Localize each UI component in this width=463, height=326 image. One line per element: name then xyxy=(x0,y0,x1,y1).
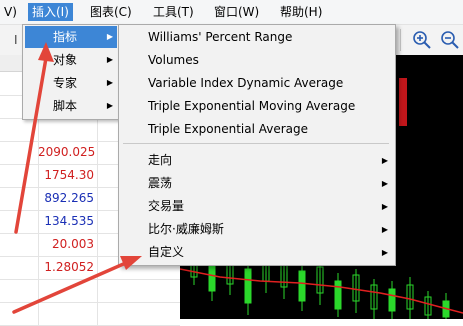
menu-window[interactable]: 窗口(W) xyxy=(210,3,263,21)
chart-marker xyxy=(399,78,407,126)
toolbar-separator xyxy=(400,29,401,51)
zoom-out-icon[interactable] xyxy=(440,30,460,50)
menu-item-williams-percent-range[interactable]: Williams' Percent Range xyxy=(120,26,394,49)
menu-item-trix[interactable]: Triple Exponential Average xyxy=(120,118,394,141)
chevron-right-icon: ▶ xyxy=(381,248,388,257)
menu-item-indicators[interactable]: 指标 ▶ xyxy=(25,26,117,48)
menu-view[interactable]: V) xyxy=(0,3,21,21)
chevron-right-icon: ▶ xyxy=(106,101,113,110)
chevron-right-icon: ▶ xyxy=(381,202,388,211)
menu-charts[interactable]: 图表(C) xyxy=(86,3,136,21)
menu-item-trend[interactable]: 走向 ▶ xyxy=(120,149,394,172)
chevron-right-icon: ▶ xyxy=(106,55,113,64)
chevron-right-icon: ▶ xyxy=(381,225,388,234)
menu-item-volumes-group[interactable]: 交易量 ▶ xyxy=(120,195,394,218)
chevron-right-icon: ▶ xyxy=(106,78,113,87)
chevron-right-icon: ▶ xyxy=(381,156,388,165)
quote-value: 2090.025 xyxy=(38,141,98,164)
menu-item-scripts[interactable]: 脚本 ▶ xyxy=(25,95,117,117)
quote-value: 134.535 xyxy=(38,210,98,233)
insert-menu: 指标 ▶ 对象 ▶ 专家 ▶ 脚本 ▶ xyxy=(22,24,120,120)
zoom-in-icon[interactable] xyxy=(412,30,432,50)
quote-value: 1.28052 xyxy=(38,256,98,279)
table-row[interactable] xyxy=(0,302,180,326)
menu-help[interactable]: 帮助(H) xyxy=(276,3,326,21)
indicators-menu: Williams' Percent Range Volumes Variable… xyxy=(118,24,396,266)
quote-value: 892.265 xyxy=(38,187,98,210)
menu-insert[interactable]: 插入(I) xyxy=(28,3,73,21)
quote-value: 20.003 xyxy=(38,233,98,256)
menu-item-objects[interactable]: 对象 ▶ xyxy=(25,49,117,71)
chevron-right-icon: ▶ xyxy=(106,32,113,41)
toolbar-glyph[interactable]: I xyxy=(14,33,18,47)
chevron-right-icon: ▶ xyxy=(381,179,388,188)
menu-item-bill-williams[interactable]: 比尔·威廉姆斯 ▶ xyxy=(120,218,394,241)
menu-item-vidya[interactable]: Variable Index Dynamic Average xyxy=(120,72,394,95)
table-row[interactable] xyxy=(0,279,180,303)
menu-bar: V) 插入(I) 图表(C) 工具(T) 窗口(W) 帮助(H) xyxy=(0,0,463,25)
menu-item-volumes[interactable]: Volumes xyxy=(120,49,394,72)
menu-divider xyxy=(123,143,389,144)
quote-value: 1754.30 xyxy=(38,164,98,187)
menu-tools[interactable]: 工具(T) xyxy=(149,3,198,21)
menu-item-custom[interactable]: 自定义 ▶ xyxy=(120,241,394,264)
menu-item-oscillators[interactable]: 震荡 ▶ xyxy=(120,172,394,195)
menu-item-experts[interactable]: 专家 ▶ xyxy=(25,72,117,94)
menu-item-tema[interactable]: Triple Exponential Moving Average xyxy=(120,95,394,118)
